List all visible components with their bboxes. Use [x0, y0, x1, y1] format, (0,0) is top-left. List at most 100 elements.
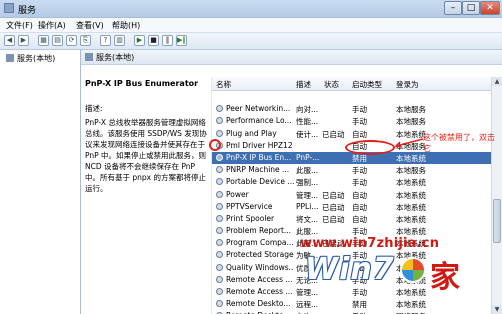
service-name: PPTVService	[226, 201, 273, 211]
service-gear-icon	[216, 202, 223, 210]
service-gear-icon	[216, 288, 223, 295]
service-gear-icon	[216, 214, 223, 222]
service-logon: 本地系统	[396, 300, 426, 310]
annotation-text: 这个被禁用了，双击它	[423, 133, 495, 153]
service-gear-icon	[216, 275, 223, 283]
service-status: 已启动	[322, 190, 345, 200]
service-name: Print Spooler	[226, 213, 275, 223]
scroll-down-arrow[interactable]: ▼	[492, 305, 502, 314]
watermark-suffix: 家	[430, 260, 460, 295]
stop-service-button[interactable]: ■	[148, 35, 159, 46]
restart-service-button[interactable]: ▶‖	[176, 35, 187, 46]
service-gear-icon	[216, 251, 223, 259]
watermark-url: www.win7zhijia.cn	[300, 236, 440, 251]
service-name: Program Compa...	[226, 238, 294, 248]
menu-file[interactable]: 文件(F)	[6, 20, 33, 31]
service-description: 此服...	[296, 166, 319, 176]
menu-help[interactable]: 帮助(H)	[112, 20, 140, 31]
export-list-button[interactable]: ⎘	[80, 35, 91, 46]
service-logon: 本地服务	[396, 166, 426, 176]
table-row[interactable]: Peer Networkin... 向对... 手动 本地服务	[212, 103, 492, 115]
service-name: Protected Storage	[226, 250, 294, 260]
service-description: PnP-...	[296, 152, 320, 162]
table-row[interactable]: PPTVService PPLi... 已启动 自动 本地系统	[212, 201, 492, 213]
table-row[interactable]: Power 管理... 已启动 自动 本地系统	[212, 189, 492, 201]
annotation-arrow	[394, 138, 424, 148]
table-row[interactable]	[212, 91, 492, 103]
show-hide-tree-button[interactable]: ▦	[38, 35, 49, 46]
service-description: 远程...	[296, 300, 319, 310]
column-header-startup-type[interactable]: 启动类型	[352, 79, 382, 90]
refresh-button[interactable]: ⟳	[66, 35, 77, 46]
services-icon	[6, 54, 14, 62]
service-name: Problem Report...	[226, 226, 292, 236]
service-gear-icon	[216, 300, 223, 308]
table-row[interactable]: Remote Deskto...允许...手动网络服务	[212, 310, 492, 314]
service-startup-type: 自动	[352, 202, 367, 212]
menu-view[interactable]: 查看(V)	[76, 20, 104, 31]
service-name: Power	[226, 189, 249, 199]
service-gear-icon	[216, 166, 223, 174]
service-name: Remote Access ...	[226, 274, 293, 284]
view-button[interactable]: ▥	[114, 35, 125, 46]
service-name: Remote Deskto...	[226, 299, 291, 309]
vertical-scrollbar[interactable]: ▲ ▼	[491, 77, 502, 314]
column-headers: 名称 描述 状态 启动类型 登录为	[212, 77, 492, 91]
window-title: 服务	[18, 6, 37, 16]
column-header-log-on-as[interactable]: 登录为	[396, 79, 419, 90]
service-name: Peer Networkin...	[226, 104, 291, 114]
minimize-button[interactable]: –	[444, 1, 462, 15]
column-header-status[interactable]: 状态	[324, 79, 339, 90]
help-button[interactable]: ?	[100, 35, 111, 46]
service-startup-type: 自动	[352, 214, 367, 224]
service-logon: 本地系统	[396, 202, 426, 212]
forward-button[interactable]: ▶	[18, 35, 29, 46]
service-startup-type: 手动	[352, 117, 367, 127]
back-button[interactable]: ◀	[4, 35, 15, 46]
column-header-description[interactable]: 描述	[296, 79, 311, 90]
service-logon: 本地系统	[396, 178, 426, 188]
service-logon: 本地系统	[396, 190, 426, 200]
services-app-icon	[4, 3, 14, 13]
service-description: 性能...	[296, 117, 319, 127]
scroll-thumb[interactable]	[493, 199, 501, 243]
table-row[interactable]: Remote Deskto... 远程... 禁用 本地系统	[212, 298, 492, 310]
service-name: PNRP Machine ...	[226, 165, 290, 175]
tree-item-label: 服务(本地)	[17, 54, 56, 63]
table-row[interactable]: Portable Device ... 强制... 手动 本地系统	[212, 176, 492, 188]
pane-title: 服务(本地)	[85, 52, 134, 63]
service-status: 已启动	[322, 202, 345, 212]
pause-service-button[interactable]: ‖	[162, 35, 173, 46]
close-button[interactable]: ✕	[480, 1, 500, 15]
service-description-panel: PnP-X IP Bus Enumerator 描述: PnP-X 总线枚举器服…	[85, 79, 207, 194]
table-row[interactable]: Print Spooler 将文... 已启动 自动 本地系统	[212, 213, 492, 225]
service-gear-icon	[216, 129, 223, 137]
scroll-up-arrow[interactable]: ▲	[492, 77, 502, 86]
service-name: Performance Lo...	[226, 116, 292, 126]
toolbar: ◀ ▶ ▦ ▤ ⟳ ⎘ ? ▥ ▶ ■ ‖ ▶‖	[0, 33, 502, 50]
tree-item-services-local[interactable]: 服务(本地)	[6, 53, 55, 64]
menu-bar: 文件(F) 操作(A) 查看(V) 帮助(H)	[0, 18, 502, 33]
service-startup-type: 手动	[352, 105, 367, 115]
service-logon: 本地系统	[396, 214, 426, 224]
annotation-circle-row	[209, 139, 221, 151]
service-startup-type: 自动	[352, 190, 367, 200]
service-gear-icon	[216, 178, 223, 186]
column-header-name[interactable]: 名称	[216, 79, 231, 90]
table-row[interactable]: PNRP Machine ... 此服... 手动 本地服务	[212, 164, 492, 176]
service-name: Portable Device ...	[226, 177, 294, 187]
watermark-logo: Win7	[305, 252, 395, 287]
table-row[interactable]: Performance Lo... 性能... 手动 本地服务	[212, 115, 492, 127]
service-gear-icon	[216, 153, 223, 161]
service-description: 管理...	[296, 190, 319, 200]
start-service-button[interactable]: ▶	[134, 35, 145, 46]
service-gear-icon	[216, 227, 223, 235]
selected-service-name: PnP-X IP Bus Enumerator	[85, 79, 199, 88]
service-startup-type: 手动	[352, 178, 367, 188]
services-icon	[85, 53, 93, 61]
properties-button[interactable]: ▤	[52, 35, 63, 46]
menu-action[interactable]: 操作(A)	[38, 20, 66, 31]
maximize-button[interactable]: □	[462, 1, 480, 15]
service-status: 已启动	[322, 129, 345, 139]
service-gear-icon	[216, 117, 223, 125]
